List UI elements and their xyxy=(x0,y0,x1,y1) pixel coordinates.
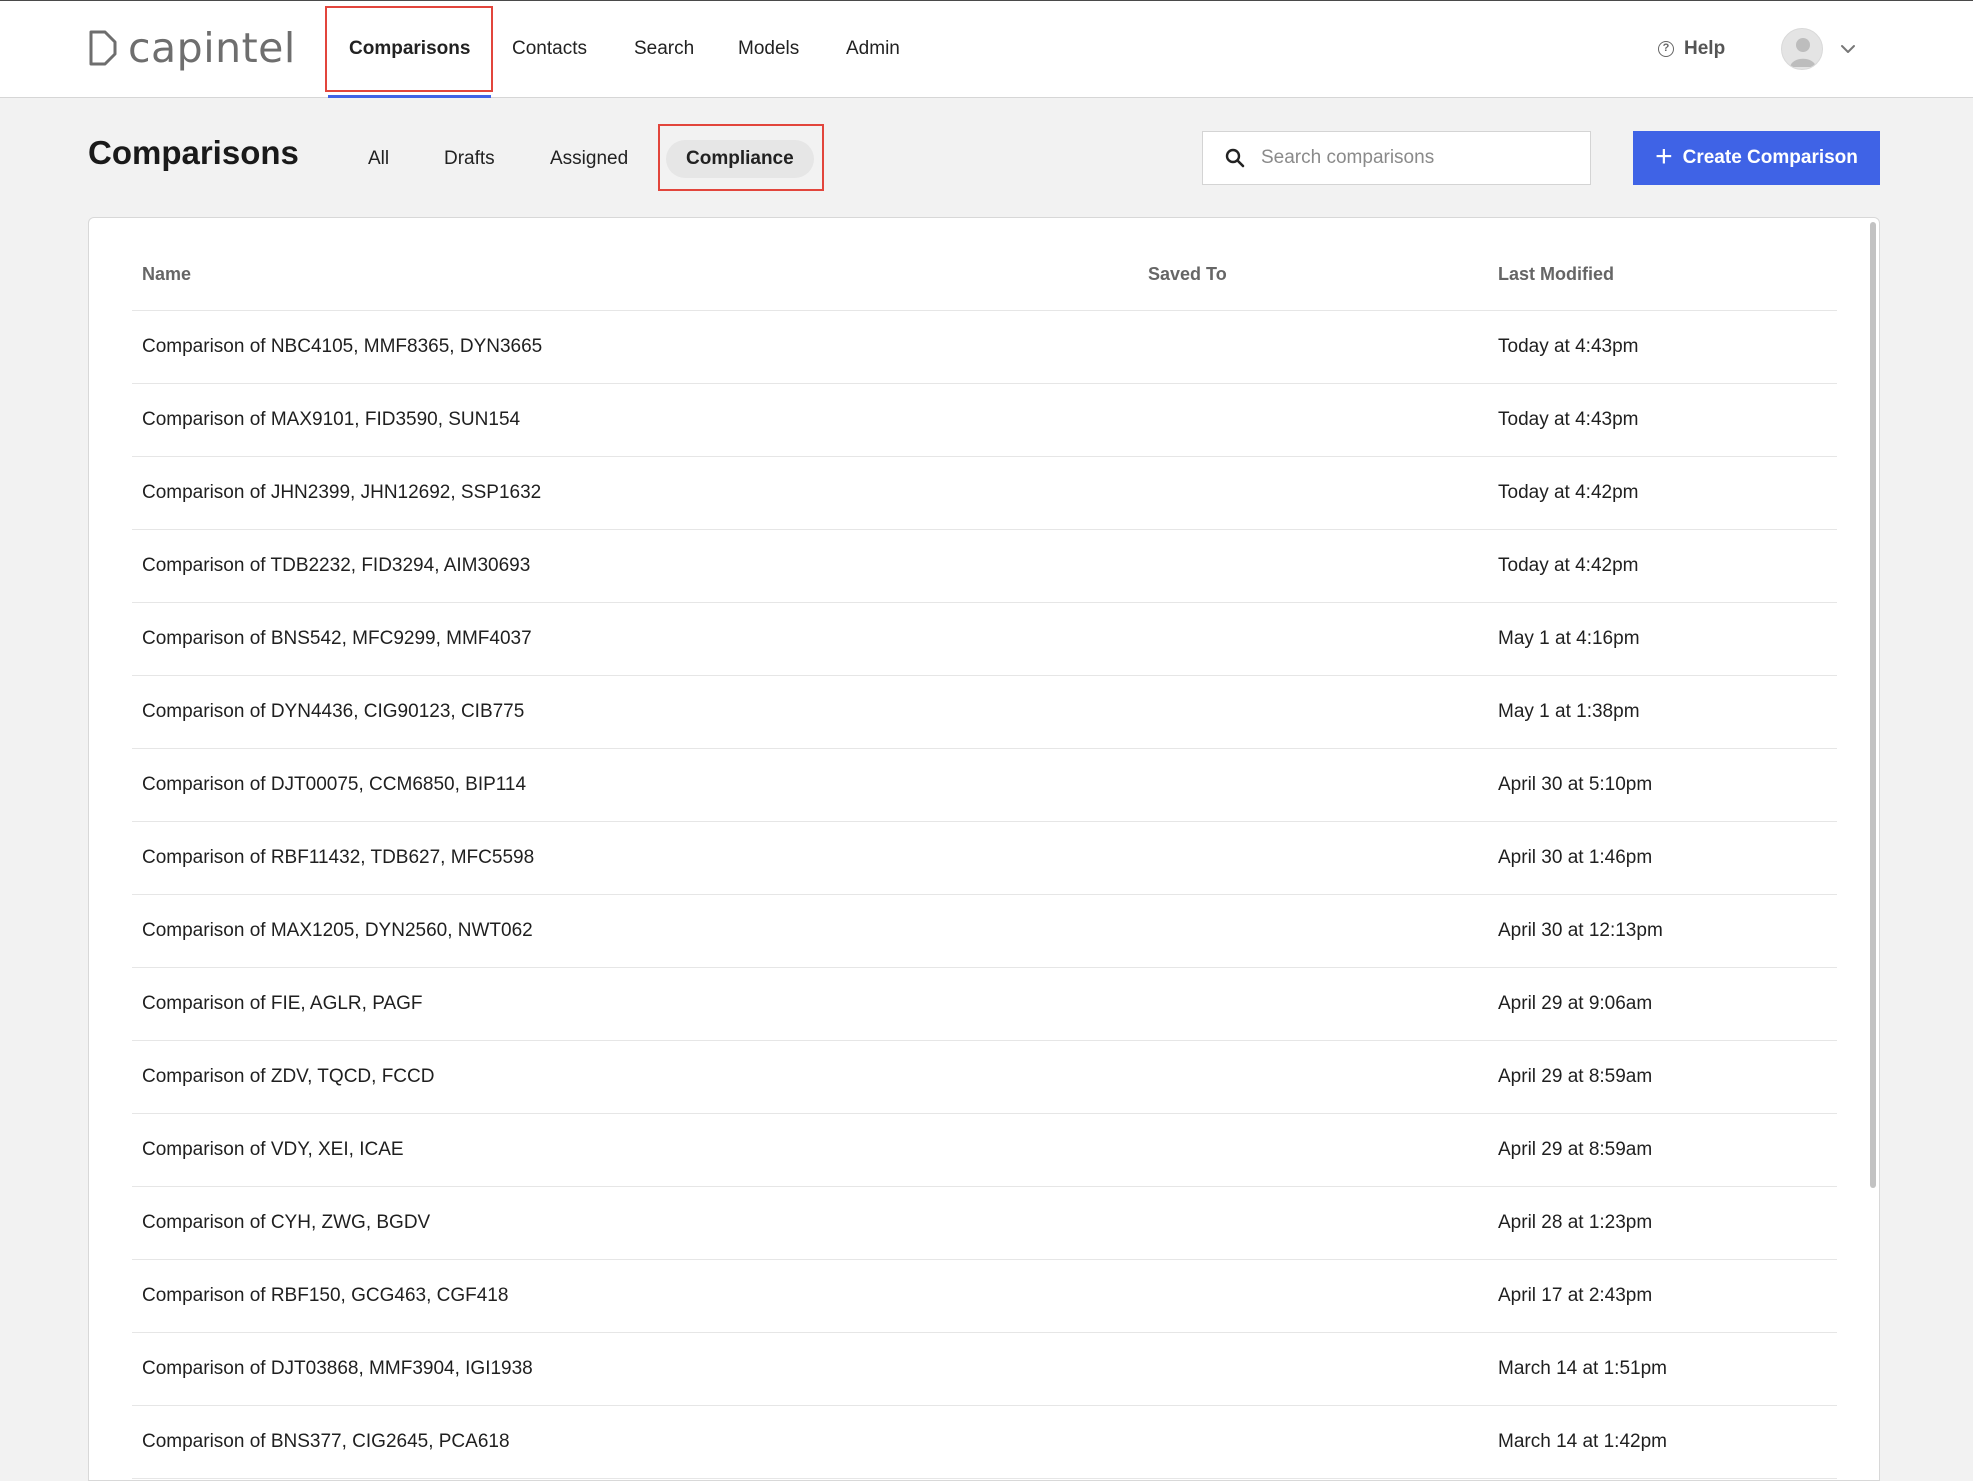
table-row[interactable]: Comparison of RBF150, GCG463, CGF418 Apri… xyxy=(132,1260,1837,1333)
row-last-modified: April 29 at 9:06am xyxy=(1498,993,1653,1014)
row-name: Comparison of DYN4436, CIG90123, CIB775 xyxy=(142,701,525,722)
table-row[interactable]: Comparison of CYH, ZWG, BGDV April 28 at … xyxy=(132,1187,1837,1260)
search-input[interactable] xyxy=(1261,147,1561,169)
table-scrollbar[interactable] xyxy=(1870,222,1876,1188)
row-name: Comparison of BNS542, MFC9299, MMF4037 xyxy=(142,628,532,649)
row-last-modified: April 30 at 5:10pm xyxy=(1498,774,1653,795)
row-name: Comparison of RBF150, GCG463, CGF418 xyxy=(142,1285,509,1306)
table-row[interactable]: Comparison of MAX1205, DYN2560, NWT062 Ap… xyxy=(132,895,1837,968)
row-name: Comparison of DJT03868, MMF3904, IGI1938 xyxy=(142,1358,533,1379)
comparisons-table: Name Saved To Last Modified Comparison o… xyxy=(88,217,1880,1481)
help-label: Help xyxy=(1684,38,1726,59)
user-avatar-icon[interactable] xyxy=(1781,28,1823,70)
table-row[interactable]: Comparison of BNS377, CIG2645, PCA618 Mar… xyxy=(132,1406,1837,1479)
table-row[interactable]: Comparison of FIE, AGLR, PAGF April 29 at… xyxy=(132,968,1837,1041)
tab-drafts[interactable]: Drafts xyxy=(424,140,515,178)
row-last-modified: Today at 4:42pm xyxy=(1498,555,1639,576)
row-name: Comparison of CYH, ZWG, BGDV xyxy=(142,1212,431,1233)
row-last-modified: May 1 at 1:38pm xyxy=(1498,701,1640,722)
table-row[interactable]: Comparison of DYN4436, CIG90123, CIB775 M… xyxy=(132,676,1837,749)
table-row[interactable]: Comparison of MAX9101, FID3590, SUN154 To… xyxy=(132,384,1837,457)
page-title: Comparisons xyxy=(88,134,299,171)
chevron-down-icon[interactable] xyxy=(1838,39,1858,59)
row-last-modified: April 28 at 1:23pm xyxy=(1498,1212,1653,1233)
row-last-modified: March 14 at 1:42pm xyxy=(1498,1431,1667,1452)
logo-mark-icon xyxy=(89,30,117,66)
plus-icon: + xyxy=(1655,139,1673,173)
row-name: Comparison of MAX1205, DYN2560, NWT062 xyxy=(142,920,533,941)
nav-item-contacts[interactable]: Contacts xyxy=(512,29,587,69)
row-last-modified: March 14 at 1:51pm xyxy=(1498,1358,1667,1379)
table-row[interactable]: Comparison of RBF11432, TDB627, MFC5598 A… xyxy=(132,822,1837,895)
tab-assigned[interactable]: Assigned xyxy=(530,140,648,178)
logo[interactable]: capintel xyxy=(88,23,296,73)
row-name: Comparison of RBF11432, TDB627, MFC5598 xyxy=(142,847,535,868)
row-name: Comparison of FIE, AGLR, PAGF xyxy=(142,993,423,1014)
table-row[interactable]: Comparison of DJT03868, MMF3904, IGI1938… xyxy=(132,1333,1837,1406)
nav-item-admin[interactable]: Admin xyxy=(846,29,900,69)
table-row[interactable]: Comparison of BNS542, MFC9299, MMF4037 Ma… xyxy=(132,603,1837,676)
help-circle-icon: ? xyxy=(1658,41,1674,57)
column-header-saved-to[interactable]: Saved To xyxy=(1148,264,1227,285)
row-name: Comparison of JHN2399, JHN12692, SSP1632 xyxy=(142,482,542,503)
row-last-modified: Today at 4:43pm xyxy=(1498,409,1639,430)
row-name: Comparison of ZDV, TQCD, FCCD xyxy=(142,1066,435,1087)
table-row[interactable]: Comparison of ZDV, TQCD, FCCD April 29 at… xyxy=(132,1041,1837,1114)
row-name: Comparison of VDY, XEI, ICAE xyxy=(142,1139,404,1160)
row-last-modified: April 29 at 8:59am xyxy=(1498,1139,1653,1160)
table-row[interactable]: Comparison of TDB2232, FID3294, AIM30693… xyxy=(132,530,1837,603)
row-name: Comparison of BNS377, CIG2645, PCA618 xyxy=(142,1431,510,1452)
nav-active-underline xyxy=(328,95,491,98)
row-last-modified: Today at 4:42pm xyxy=(1498,482,1639,503)
row-name: Comparison of NBC4105, MMF8365, DYN3665 xyxy=(142,336,543,357)
search-icon xyxy=(1225,148,1245,168)
table-row[interactable]: Comparison of VDY, XEI, ICAE April 29 at … xyxy=(132,1114,1837,1187)
top-navigation-bar: capintel Comparisons Contacts Search Mod… xyxy=(0,0,1973,98)
row-last-modified: April 30 at 12:13pm xyxy=(1498,920,1663,941)
logo-text: capintel xyxy=(128,24,296,72)
row-last-modified: April 30 at 1:46pm xyxy=(1498,847,1653,868)
row-last-modified: April 17 at 2:43pm xyxy=(1498,1285,1653,1306)
nav-item-comparisons[interactable]: Comparisons xyxy=(349,29,470,69)
nav-item-search[interactable]: Search xyxy=(634,29,694,69)
create-comparison-label: Create Comparison xyxy=(1682,147,1858,168)
tab-compliance-highlight xyxy=(658,124,824,191)
row-last-modified: May 1 at 4:16pm xyxy=(1498,628,1640,649)
table-row[interactable]: Comparison of DJT00075, CCM6850, BIP114 A… xyxy=(132,749,1837,822)
column-header-last-modified[interactable]: Last Modified xyxy=(1498,264,1614,285)
table-row[interactable]: Comparison of JHN2399, JHN12692, SSP1632… xyxy=(132,457,1837,530)
table-header: Name Saved To Last Modified xyxy=(132,218,1837,311)
column-header-name[interactable]: Name xyxy=(142,264,191,285)
row-name: Comparison of DJT00075, CCM6850, BIP114 xyxy=(142,774,527,795)
row-name: Comparison of TDB2232, FID3294, AIM30693 xyxy=(142,555,531,576)
row-name: Comparison of MAX9101, FID3590, SUN154 xyxy=(142,409,521,430)
table-row[interactable]: Comparison of NBC4105, MMF8365, DYN3665 T… xyxy=(132,311,1837,384)
tab-all[interactable]: All xyxy=(348,140,409,178)
nav-item-models[interactable]: Models xyxy=(738,29,799,69)
row-last-modified: Today at 4:43pm xyxy=(1498,336,1639,357)
create-comparison-button[interactable]: + Create Comparison xyxy=(1633,131,1880,185)
search-box[interactable] xyxy=(1202,131,1591,185)
table-body: Comparison of NBC4105, MMF8365, DYN3665 T… xyxy=(132,311,1837,1479)
row-last-modified: April 29 at 8:59am xyxy=(1498,1066,1653,1087)
help-link[interactable]: ? Help xyxy=(1658,33,1725,65)
